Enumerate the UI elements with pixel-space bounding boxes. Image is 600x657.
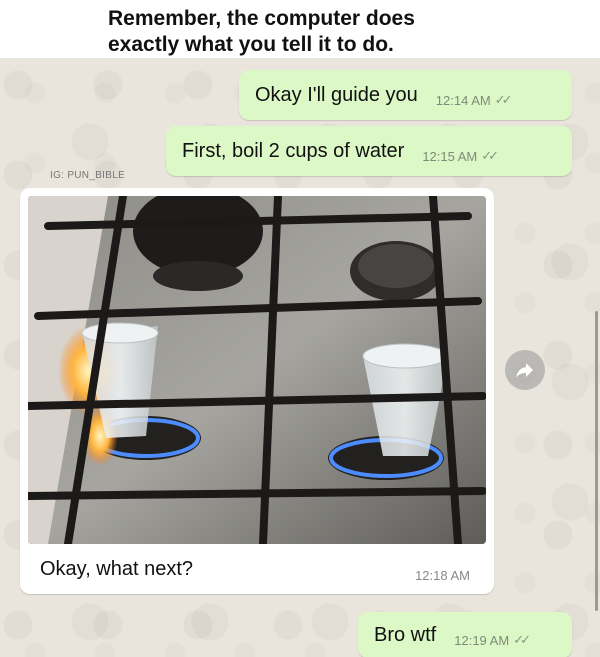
message-bubble-outgoing[interactable]: First, boil 2 cups of water 12:15 AM ✓✓ [166,126,572,176]
message-time: 12:15 AM [422,148,478,164]
watermark: IG: PUN_BIBLE [50,170,126,181]
message-meta: 12:19 AM ✓✓ [454,632,531,648]
forward-arrow-icon [516,363,533,378]
double-check-icon: ✓✓ [481,148,499,163]
message-bubble-outgoing[interactable]: Okay I'll guide you 12:14 AM ✓✓ [239,70,572,120]
message-bubble-outgoing[interactable]: Bro wtf 12:19 AM ✓✓ [358,612,572,657]
message-meta: 12:15 AM ✓✓ [422,148,499,164]
scrollbar[interactable] [595,311,598,611]
double-check-icon: ✓✓ [494,92,513,107]
meme-caption: Remember, the computer does exactly what… [0,0,600,58]
message-bubble-incoming[interactable]: Okay, what next? 12:18 AM [20,188,494,594]
caption-line-1: Remember, the computer does [108,7,415,30]
double-check-icon: ✓✓ [513,632,531,647]
message-photo[interactable] [28,196,486,544]
message-text: First, boil 2 cups of water [182,139,405,162]
message-time: 12:14 AM [435,92,491,108]
message-text: Okay, what next? [40,558,194,580]
message-meta: 12:14 AM ✓✓ [435,92,513,108]
caption-line-2: exactly what you tell it to do. [108,33,394,56]
message-time: 12:18 AM [415,568,470,583]
stove-photo [28,196,486,544]
forward-button[interactable] [505,350,545,390]
message-text: Bro wtf [374,623,437,646]
message-time: 12:19 AM [454,632,510,648]
message-text: Okay I'll guide you [255,83,418,106]
chat-area[interactable]: Okay I'll guide you 12:14 AM ✓✓ First, b… [0,58,600,657]
